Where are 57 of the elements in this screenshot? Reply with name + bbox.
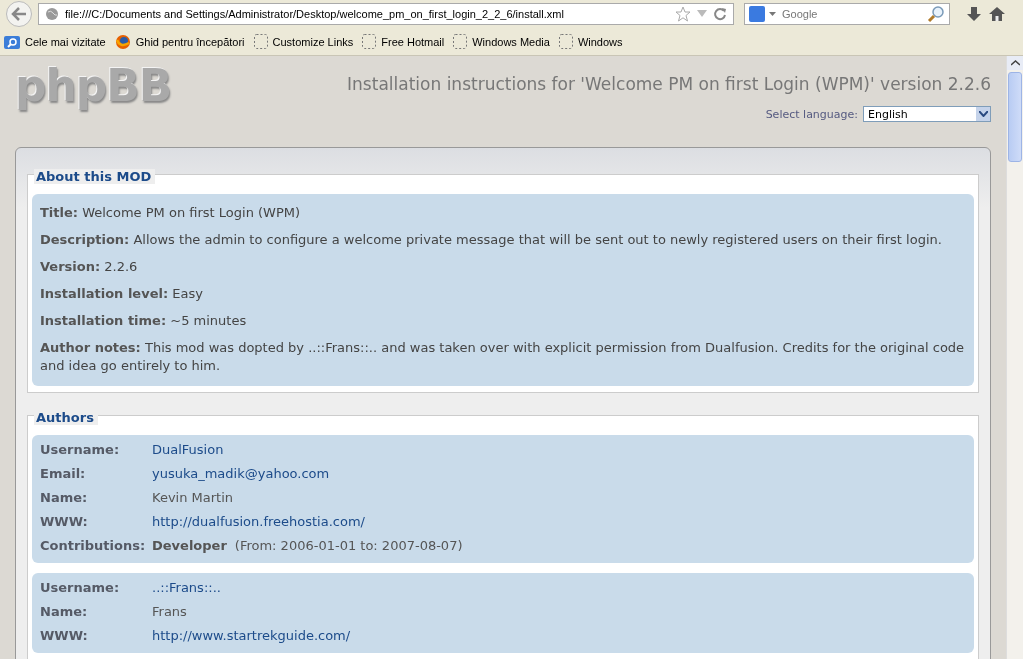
info-line: Author notes: This mod was dopted by ..::Frans::.. and was taken over with explicit permission from Dualfusion. Credits for the original code and idea go entirely to him. [40, 339, 966, 375]
info-line: Title: Welcome PM on first Login (WPM) [40, 204, 302, 222]
bookmark-link[interactable]: Free Hotmail [362, 34, 445, 49]
date-range: (From: 2006-01-01 to: 2007-08-07) [234, 537, 463, 553]
logo: phpBB [15, 60, 172, 112]
scrollbar[interactable] [1006, 56, 1023, 659]
bookmark-link[interactable]: Customize Links [253, 34, 354, 49]
field-label: Name: [40, 603, 89, 619]
firefox-icon [114, 33, 131, 50]
field-label: Name: [40, 489, 89, 505]
field-value: Frans [152, 603, 187, 619]
blank-page-icon [362, 34, 377, 49]
section-heading: About this MOD [34, 169, 156, 184]
field-link[interactable]: yusuka_madik@yahoo.com [152, 465, 330, 481]
scroll-thumb[interactable] [1008, 72, 1022, 162]
language-label: Select language: [765, 107, 858, 121]
field-label: WWW: [40, 513, 89, 529]
home-icon[interactable] [988, 6, 1006, 22]
bookmark-link[interactable]: Windows Media [453, 34, 550, 49]
bookmark-link[interactable]: Windows [558, 34, 623, 49]
field-label: WWW: [40, 627, 89, 643]
info-line: Version: 2.2.6 [40, 258, 139, 276]
scroll-up-icon[interactable] [1007, 56, 1023, 70]
field-label: Contributions: [40, 537, 147, 553]
page-title: Installation instructions for 'Welcome PM on first Login (WPM)' version 2.2.6 [347, 74, 991, 94]
section-heading: Authors [34, 410, 98, 425]
info-line: Installation time: ~5 minutes [40, 312, 248, 330]
language-select[interactable]: English [863, 106, 991, 122]
blank-page-icon [453, 34, 468, 49]
field-label: Username: [40, 579, 121, 595]
field-value: Kevin Martin [152, 489, 234, 505]
field-link[interactable]: http://dualfusion.freehostia.com/ [152, 513, 365, 529]
reload-icon[interactable] [713, 7, 727, 21]
info-line: Description: Allows the admin to configure a welcome private message that will be sent out to newly registered users on their first login. [40, 231, 943, 249]
back-arrow-icon [11, 7, 27, 21]
info-line: Installation level: Easy [40, 285, 204, 303]
globe-icon [45, 7, 59, 21]
field-label: Username: [40, 441, 121, 457]
search-icon[interactable] [927, 5, 945, 23]
address-field[interactable]: file:///C:/Documents and Settings/Administrator/Desktop/welcome_pm_on_first_login_2_2_6/install.xml [38, 3, 734, 25]
field-label: Email: [40, 465, 87, 481]
field-link[interactable]: ..::Frans::.. [152, 579, 221, 595]
field-link[interactable]: DualFusion [152, 441, 224, 457]
dropdown-icon [976, 107, 990, 121]
field-link[interactable]: http://www.startrekguide.com/ [152, 627, 351, 643]
search-field[interactable]: Google [744, 3, 950, 25]
download-icon[interactable] [966, 6, 982, 22]
blank-page-icon [558, 34, 573, 49]
bookmark-link[interactable]: Ghid pentru începători [114, 33, 245, 50]
field-value: Developer [152, 537, 227, 553]
star-icon[interactable] [675, 6, 691, 22]
back-button[interactable] [6, 1, 32, 27]
magnifier-folder-icon [4, 34, 20, 49]
dropdown-icon[interactable] [697, 10, 707, 18]
dropdown-icon[interactable] [769, 11, 776, 17]
bookmark-link[interactable]: Cele mai vizitate [4, 34, 106, 49]
blank-page-icon [253, 34, 268, 49]
